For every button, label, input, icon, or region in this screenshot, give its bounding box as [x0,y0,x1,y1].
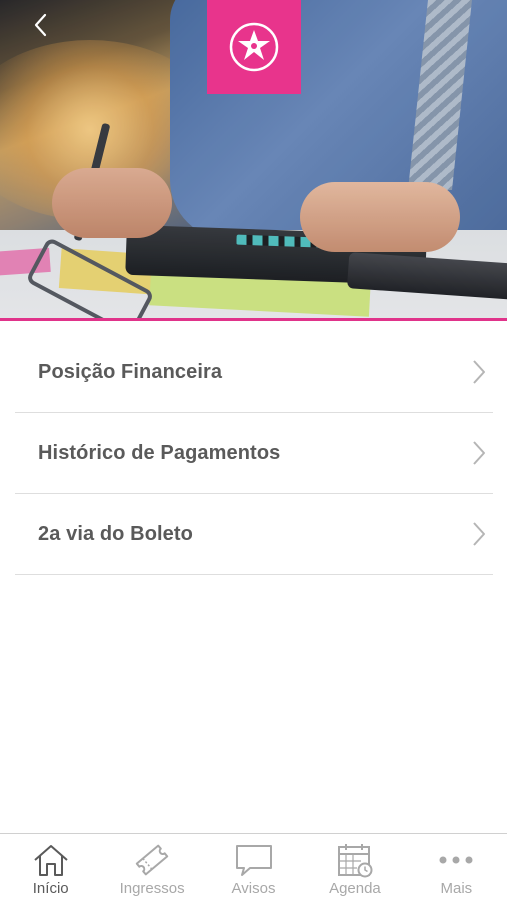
menu-item-segunda-via-boleto[interactable]: 2a via do Boleto [15,494,493,575]
tab-avisos[interactable]: Avisos [203,834,304,900]
tab-mais[interactable]: Mais [406,834,507,900]
menu-item-label: Posição Financeira [38,360,223,383]
hero-divider [0,318,507,321]
tab-label: Ingressos [119,880,185,897]
menu-item-label: 2a via do Boleto [38,522,193,545]
more-dots-icon [436,842,476,878]
tab-label: Início [32,880,69,897]
financial-menu: Posição Financeira Histórico de Pagament… [15,332,493,575]
home-icon [31,842,71,878]
tab-label: Mais [440,880,473,897]
bottom-tab-bar: Início Ingressos Avisos Agenda Mais [0,833,507,900]
menu-item-posicao-financeira[interactable]: Posição Financeira [15,332,493,413]
chevron-right-icon [473,522,485,546]
chevron-right-icon [473,441,485,465]
tab-label: Avisos [231,880,276,897]
menu-item-label: Histórico de Pagamentos [38,441,281,464]
tab-label: Agenda [329,880,381,897]
tab-ingressos[interactable]: Ingressos [101,834,202,900]
ticket-icon [132,842,172,878]
chevron-right-icon [473,360,485,384]
menu-item-historico-pagamentos[interactable]: Histórico de Pagamentos [15,413,493,494]
back-button[interactable] [26,10,60,44]
calendar-icon [335,842,375,878]
tab-inicio[interactable]: Início [0,834,101,900]
chat-bubble-icon [234,842,274,878]
tab-agenda[interactable]: Agenda [304,834,405,900]
star-logo-icon [229,22,279,72]
app-logo [207,0,301,94]
chevron-left-icon [34,13,47,37]
